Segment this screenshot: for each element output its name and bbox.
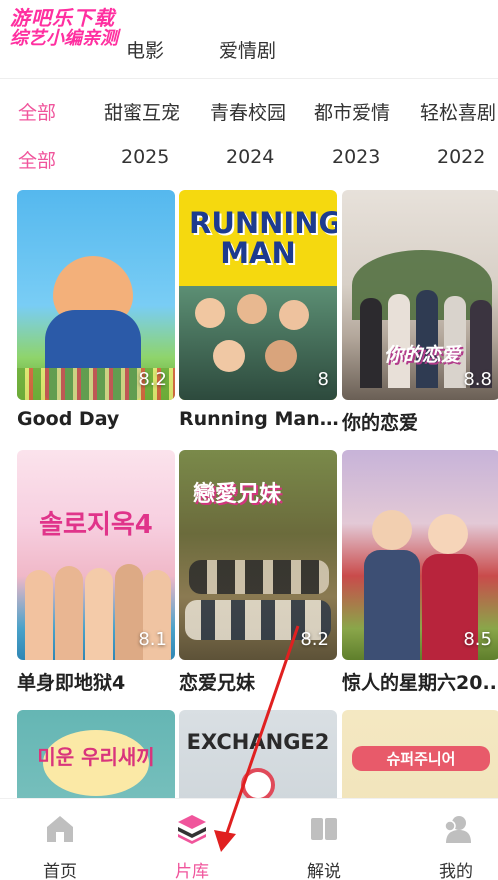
show-title[interactable]: 恋爱兄妹	[179, 668, 344, 695]
genre-filter-sweet[interactable]: 甜蜜互宠	[104, 98, 180, 125]
show-poster[interactable]: 솔로지옥4 8.1	[17, 450, 175, 660]
nav-profile-label: 我的	[439, 862, 473, 880]
genre-filter-comedy[interactable]: 轻松喜剧	[420, 98, 496, 125]
show-rating: 8.2	[300, 629, 329, 650]
year-filter-2024[interactable]: 2024	[226, 146, 274, 168]
show-poster[interactable]: RUNNING MAN 8	[179, 190, 337, 400]
show-poster[interactable]: 8.5	[342, 450, 498, 660]
genre-filter-row: 全部 甜蜜互宠 青春校园 都市爱情 轻松喜剧	[0, 98, 498, 128]
year-filter-2025[interactable]: 2025	[121, 146, 169, 168]
watermark-logo: 游吧乐下载 综艺小编亲测	[10, 8, 118, 48]
nav-commentary[interactable]: 解说	[274, 799, 374, 880]
nav-commentary-label: 解说	[307, 862, 341, 880]
nav-profile[interactable]: 我的	[406, 799, 498, 880]
show-card[interactable]: 戀愛兄妹 8.2 恋爱兄妹	[179, 450, 337, 695]
category-tab-movie[interactable]: 电影	[126, 36, 164, 63]
poster-title: 你的恋爱	[383, 344, 460, 366]
show-rating: 8.1	[138, 629, 167, 650]
show-rating: 8	[317, 369, 329, 390]
year-filter-2023[interactable]: 2023	[332, 146, 380, 168]
watermark-line2: 综艺小编亲测	[10, 28, 118, 49]
user-icon	[444, 816, 471, 843]
year-filter-all[interactable]: 全部	[18, 146, 56, 173]
genre-filter-urban[interactable]: 都市爱情	[314, 98, 390, 125]
show-title[interactable]: Good Day	[17, 408, 182, 430]
show-title[interactable]: 惊人的星期六20...	[342, 668, 498, 695]
header-divider	[0, 78, 498, 79]
show-rating: 8.5	[463, 629, 492, 650]
nav-library[interactable]: 片库	[142, 799, 242, 880]
poster-title: 슈퍼주니어	[352, 746, 490, 771]
show-title[interactable]: 你的恋爱	[342, 408, 498, 435]
nav-home[interactable]: 首页	[10, 799, 110, 880]
genre-filter-all[interactable]: 全部	[18, 98, 56, 125]
year-filter-2022[interactable]: 2022	[437, 146, 485, 168]
year-filter-row: 全部 2025 2024 2023 2022	[0, 146, 498, 176]
nav-library-label: 片库	[175, 862, 209, 880]
category-tab-romance-drama[interactable]: 爱情剧	[219, 36, 276, 63]
show-card[interactable]: 8.2 Good Day	[17, 190, 175, 430]
poster-title: 미운 우리새끼	[37, 745, 155, 769]
show-title[interactable]: Running Man20...	[179, 408, 344, 430]
watermark-line1: 游吧乐下载	[10, 6, 115, 30]
app-screen: 游吧乐下载 综艺小编亲测 电影 爱情剧 全部 甜蜜互宠 青春校园 都市爱情 轻松…	[0, 0, 498, 880]
poster-title: EXCHANGE2	[186, 730, 330, 754]
home-icon	[47, 816, 73, 842]
genre-filter-campus[interactable]: 青春校园	[210, 98, 286, 125]
poster-title: 솔로지옥4	[39, 510, 153, 540]
show-poster[interactable]: 8.2	[17, 190, 175, 400]
show-poster[interactable]: 戀愛兄妹 8.2	[179, 450, 337, 660]
show-card[interactable]: 솔로지옥4 8.1 单身即地狱4	[17, 450, 175, 695]
bottom-nav-bar: 首页 片库 解说 我的	[0, 798, 498, 880]
show-card[interactable]: 8.5 惊人的星期六20...	[342, 450, 498, 695]
poster-title: RUNNING MAN	[189, 206, 337, 270]
show-rating: 8.2	[138, 369, 167, 390]
show-poster[interactable]: 你的恋爱 8.8	[342, 190, 498, 400]
show-title[interactable]: 单身即地狱4	[17, 668, 182, 695]
poster-title: 戀愛兄妹	[193, 482, 282, 507]
library-stack-icon	[178, 815, 206, 844]
book-icon	[311, 818, 337, 840]
show-card[interactable]: RUNNING MAN 8 Running Man20...	[179, 190, 344, 430]
nav-home-label: 首页	[43, 862, 77, 880]
show-card[interactable]: 你的恋爱 8.8 你的恋爱	[342, 190, 498, 435]
show-rating: 8.8	[463, 369, 492, 390]
